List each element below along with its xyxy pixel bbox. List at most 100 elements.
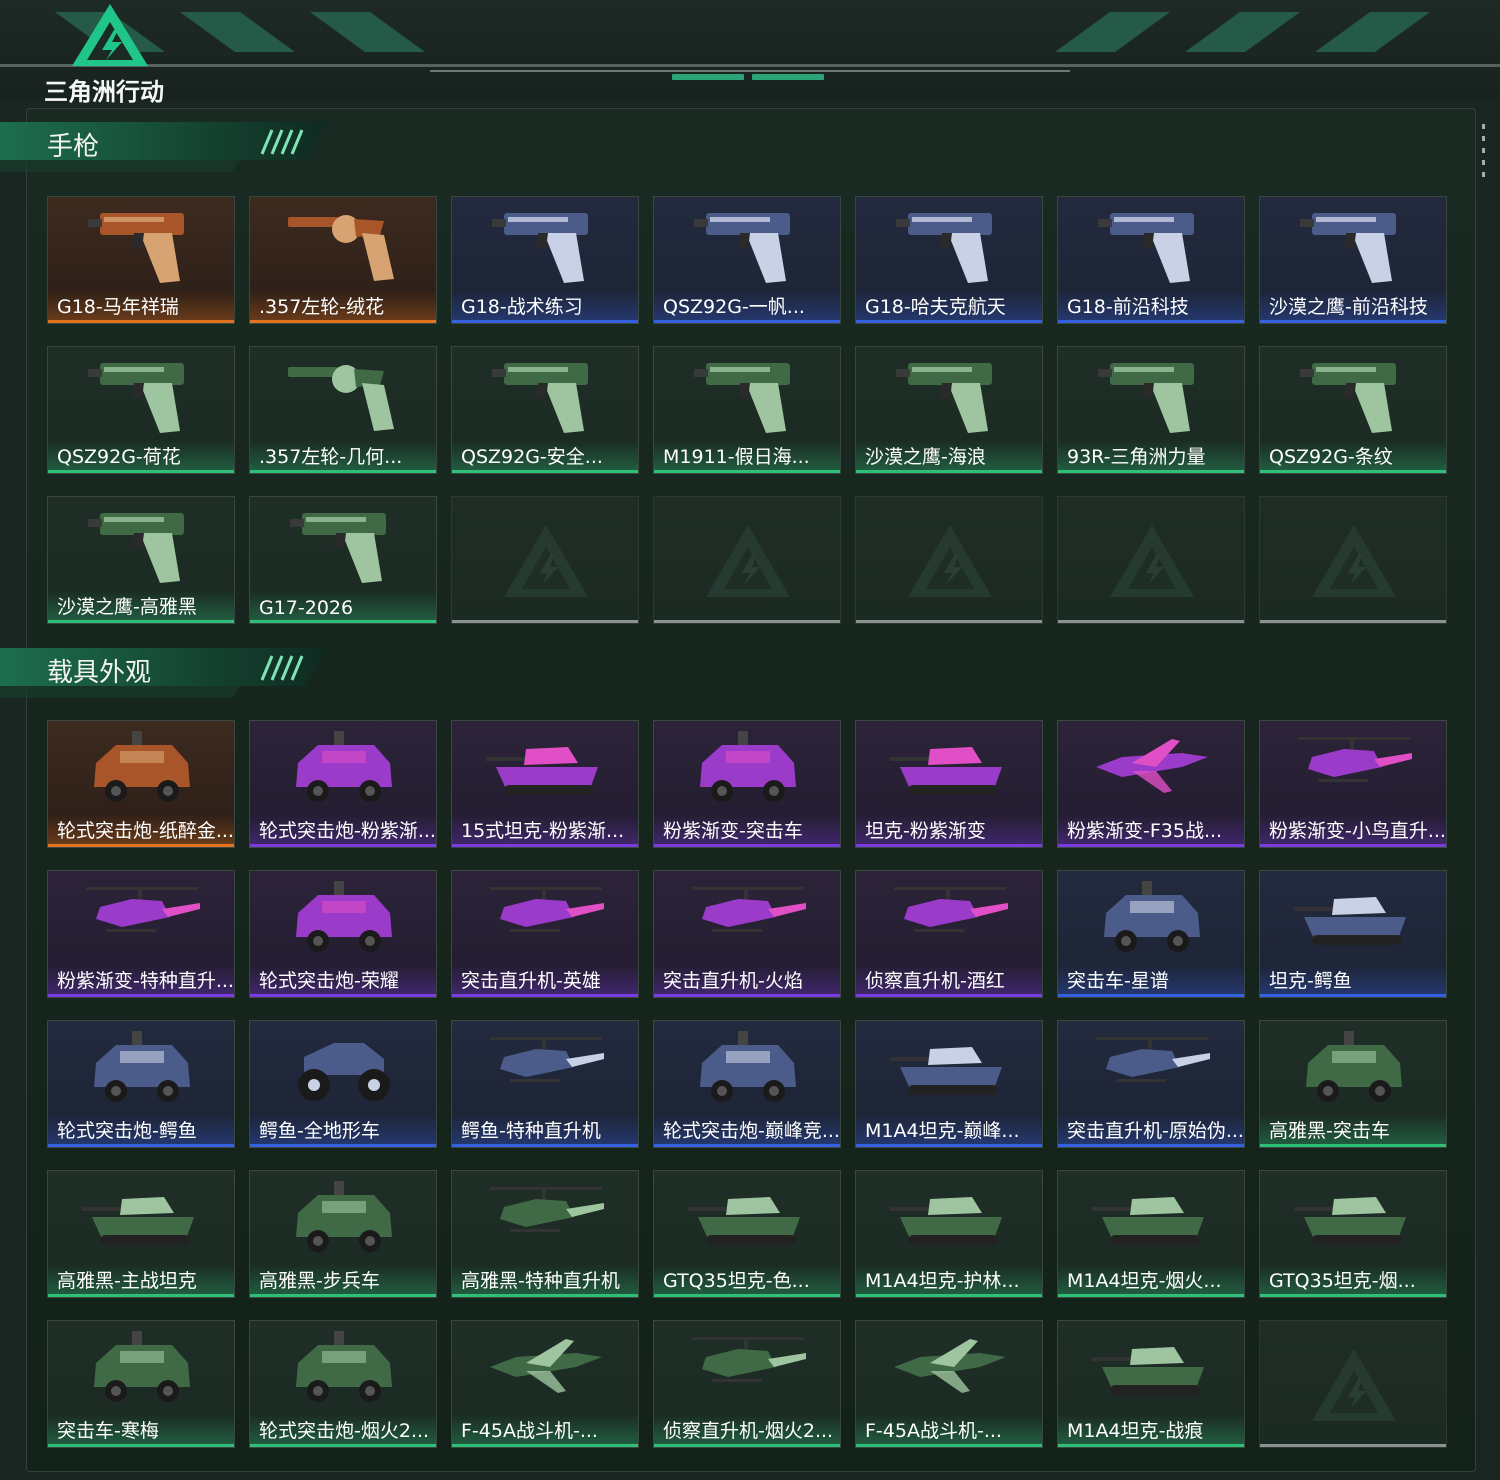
skin-card[interactable]: F-45A战斗机-... xyxy=(855,1320,1043,1448)
skin-card[interactable]: QSZ92G-一帆... xyxy=(653,196,841,324)
skin-card[interactable]: 轮式突击炮-巅峰竞... xyxy=(653,1020,841,1148)
skin-name: GTQ35坦克-烟... xyxy=(1269,1270,1416,1292)
armored-car-icon xyxy=(700,731,796,802)
skin-card[interactable]: 轮式突击炮-烟火2... xyxy=(249,1320,437,1448)
skin-card[interactable]: M1A4坦克-战痕 xyxy=(1057,1320,1245,1448)
skin-card[interactable]: 鳄鱼-全地形车 xyxy=(249,1020,437,1148)
jet-icon xyxy=(490,1339,602,1393)
skin-card[interactable]: 轮式突击炮-粉紫渐... xyxy=(249,720,437,848)
skin-card[interactable]: G18-哈夫克航天 xyxy=(855,196,1043,324)
skin-card[interactable]: 突击车-星谱 xyxy=(1057,870,1245,998)
pistol-icon xyxy=(1300,363,1396,433)
skin-name: 沙漠之鹰-前沿科技 xyxy=(1269,296,1428,318)
skin-card[interactable]: F-45A战斗机-... xyxy=(451,1320,639,1448)
skin-card[interactable]: 15式坦克-粉紫渐... xyxy=(451,720,639,848)
skin-card[interactable]: 高雅黑-主战坦克 xyxy=(47,1170,235,1298)
pistol-icon xyxy=(88,513,184,583)
rarity-bar xyxy=(48,994,234,997)
helicopter-icon xyxy=(692,887,806,932)
section-title: 手枪 xyxy=(47,132,100,162)
scrollbar-indicator[interactable] xyxy=(1482,124,1486,184)
skin-card[interactable]: M1A4坦克-烟火... xyxy=(1057,1170,1245,1298)
skin-card[interactable]: G17-2026 xyxy=(249,496,437,624)
header-indicator xyxy=(752,74,824,80)
armored-car-icon xyxy=(700,1031,796,1102)
skin-card[interactable]: QSZ92G-荷花 xyxy=(47,346,235,474)
skin-card[interactable]: 侦察直升机-烟火2... xyxy=(653,1320,841,1448)
skin-card[interactable]: 突击直升机-火焰 xyxy=(653,870,841,998)
skin-card[interactable]: 鳄鱼-特种直升机 xyxy=(451,1020,639,1148)
skin-card[interactable]: GTQ35坦克-色... xyxy=(653,1170,841,1298)
skin-name: QSZ92G-一帆... xyxy=(663,296,805,318)
skin-card[interactable]: 沙漠之鹰-前沿科技 xyxy=(1259,196,1447,324)
skin-name: 粉紫渐变-F35战... xyxy=(1067,820,1223,842)
skin-card[interactable]: M1911-假日海... xyxy=(653,346,841,474)
skin-name: M1A4坦克-巅峰... xyxy=(865,1120,1020,1142)
skin-card[interactable]: 坦克-鳄鱼 xyxy=(1259,870,1447,998)
skin-card[interactable]: QSZ92G-条纹 xyxy=(1259,346,1447,474)
helicopter-icon xyxy=(490,1037,604,1082)
rarity-bar xyxy=(250,470,436,473)
skin-card[interactable]: 坦克-粉紫渐变 xyxy=(855,720,1043,848)
slot-bar xyxy=(1260,1444,1446,1447)
skin-card[interactable]: G18-马年祥瑞 xyxy=(47,196,235,324)
skin-card[interactable]: 粉紫渐变-小鸟直升... xyxy=(1259,720,1447,848)
helicopter-icon xyxy=(490,1187,604,1232)
rarity-bar xyxy=(250,994,436,997)
pistol-icon xyxy=(1300,213,1396,283)
skin-card[interactable]: 侦察直升机-酒红 xyxy=(855,870,1043,998)
skin-card[interactable]: 高雅黑-突击车 xyxy=(1259,1020,1447,1148)
skin-card[interactable]: 粉紫渐变-特种直升... xyxy=(47,870,235,998)
delta-watermark-icon xyxy=(1312,1349,1396,1421)
skin-name: 粉紫渐变-小鸟直升... xyxy=(1269,820,1444,842)
skin-card[interactable]: 轮式突击炮-鳄鱼 xyxy=(47,1020,235,1148)
armored-car-icon xyxy=(296,1181,392,1252)
rarity-bar xyxy=(48,320,234,323)
armored-car-icon xyxy=(296,881,392,952)
skin-card[interactable]: 高雅黑-步兵车 xyxy=(249,1170,437,1298)
rarity-bar xyxy=(1260,470,1446,473)
tank-icon xyxy=(486,747,598,795)
skin-card[interactable]: GTQ35坦克-烟... xyxy=(1259,1170,1447,1298)
skin-card[interactable]: 高雅黑-特种直升机 xyxy=(451,1170,639,1298)
skin-card[interactable]: 突击车-寒梅 xyxy=(47,1320,235,1448)
pistol-icon xyxy=(896,363,992,433)
helicopter-icon xyxy=(1096,1037,1210,1082)
rarity-bar xyxy=(1058,1294,1244,1297)
skin-name: 突击车-寒梅 xyxy=(57,1420,159,1442)
skin-card[interactable]: 突击直升机-英雄 xyxy=(451,870,639,998)
skin-card[interactable]: .357左轮-几何... xyxy=(249,346,437,474)
armored-car-icon xyxy=(94,1031,190,1102)
rarity-bar xyxy=(452,320,638,323)
skin-card[interactable]: 轮式突击炮-纸醉金... xyxy=(47,720,235,848)
skin-card[interactable]: 沙漠之鹰-高雅黑 xyxy=(47,496,235,624)
skin-card[interactable]: M1A4坦克-巅峰... xyxy=(855,1020,1043,1148)
skin-card[interactable]: G18-战术练习 xyxy=(451,196,639,324)
skin-card[interactable]: 粉紫渐变-突击车 xyxy=(653,720,841,848)
skin-card[interactable]: 93R-三角洲力量 xyxy=(1057,346,1245,474)
rarity-bar xyxy=(250,1144,436,1147)
slot-bar xyxy=(452,620,638,623)
pistol-icon xyxy=(896,213,992,283)
slot-bar xyxy=(1058,620,1244,623)
skin-card[interactable]: 沙漠之鹰-海浪 xyxy=(855,346,1043,474)
rarity-bar xyxy=(48,1144,234,1147)
skin-card[interactable]: 突击直升机-原始伪... xyxy=(1057,1020,1245,1148)
skin-name: GTQ35坦克-色... xyxy=(663,1270,810,1292)
rarity-bar xyxy=(1260,1144,1446,1147)
rarity-bar xyxy=(654,1444,840,1447)
skin-card[interactable]: M1A4坦克-护林... xyxy=(855,1170,1043,1298)
skin-card[interactable]: 粉紫渐变-F35战... xyxy=(1057,720,1245,848)
skin-name: 沙漠之鹰-海浪 xyxy=(865,446,986,468)
skin-name: G18-战术练习 xyxy=(461,296,583,318)
delta-watermark-icon xyxy=(908,525,992,597)
armored-car-icon xyxy=(1306,1031,1402,1102)
slot-bar xyxy=(856,620,1042,623)
skin-name: QSZ92G-荷花 xyxy=(57,446,181,468)
skin-card[interactable]: QSZ92G-安全... xyxy=(451,346,639,474)
rarity-bar xyxy=(1058,994,1244,997)
skin-card[interactable]: .357左轮-绒花 xyxy=(249,196,437,324)
rarity-bar xyxy=(48,844,234,847)
skin-card[interactable]: 轮式突击炮-荣耀 xyxy=(249,870,437,998)
skin-card[interactable]: G18-前沿科技 xyxy=(1057,196,1245,324)
